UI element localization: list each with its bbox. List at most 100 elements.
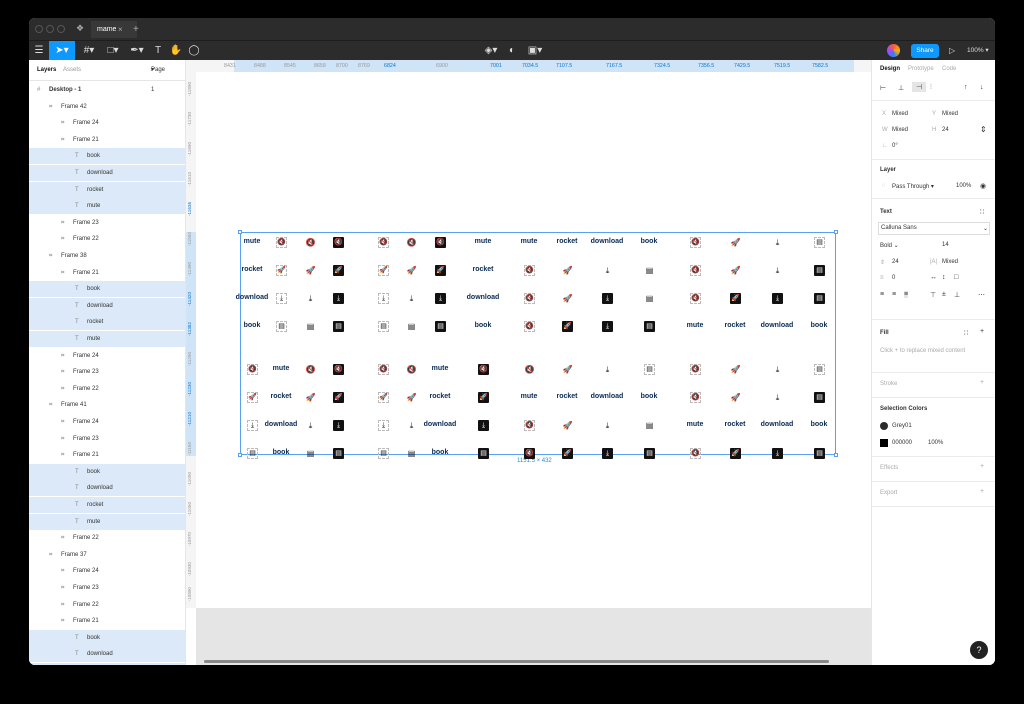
text-label-download[interactable]: download — [259, 421, 303, 428]
rocket-icon[interactable]: 🚀 — [730, 448, 741, 459]
download-icon[interactable]: ⤓ — [602, 293, 613, 304]
vertical-align-bottom-icon[interactable]: ⊥ — [954, 291, 960, 299]
mute-icon[interactable]: 🔇 — [524, 265, 535, 276]
add-stroke-icon[interactable]: + — [980, 379, 984, 386]
resize-handle[interactable] — [834, 453, 838, 457]
download-icon[interactable]: ⤓ — [378, 420, 389, 431]
add-effect-icon[interactable]: + — [980, 463, 984, 470]
arrow-down-icon[interactable]: ↓ — [980, 84, 984, 91]
book-icon[interactable]: ▤ — [378, 448, 389, 459]
mute-icon[interactable]: 🔇 — [690, 392, 701, 403]
download-icon[interactable]: ⤓ — [772, 237, 783, 248]
mute-icon[interactable]: 🔇 — [524, 321, 535, 332]
mask-icon[interactable]: ◐ — [505, 41, 519, 61]
resize-handle[interactable] — [238, 230, 242, 234]
download-icon[interactable]: ⤓ — [333, 293, 344, 304]
download-icon[interactable]: ⤓ — [772, 293, 783, 304]
download-icon[interactable]: ⤓ — [602, 364, 613, 375]
layer-row[interactable]: ⌗ Frame 22 — [29, 381, 185, 397]
font-family-select[interactable]: Calluna Sans ⌄ — [878, 222, 990, 235]
help-button[interactable]: ? — [970, 641, 988, 659]
mute-icon[interactable]: 🔇 — [690, 293, 701, 304]
text-label-download[interactable]: download — [755, 322, 799, 329]
text-label-rocket[interactable]: rocket — [418, 393, 462, 400]
components-icon[interactable]: ◈▾ — [481, 41, 501, 61]
tab-code[interactable]: Code — [942, 66, 956, 72]
text-align-right-icon[interactable]: ≡ — [904, 291, 909, 298]
tab-assets[interactable]: Assets — [63, 60, 81, 80]
horizontal-scrollbar[interactable] — [204, 660, 829, 663]
text-label-mute[interactable]: mute — [259, 365, 303, 372]
add-export-icon[interactable]: + — [980, 488, 984, 495]
layer-row[interactable]: ⌗ Frame 24 — [29, 348, 185, 364]
move-tool-icon[interactable]: ➤▾ — [49, 41, 75, 61]
mute-icon[interactable]: 🔇 — [524, 293, 535, 304]
download-icon[interactable]: ⤓ — [247, 420, 258, 431]
layer-row[interactable]: Tbook — [29, 281, 185, 298]
color-hex[interactable]: 000000 — [892, 440, 912, 446]
h-field[interactable]: 24 — [942, 127, 949, 133]
book-icon[interactable]: ▤ — [305, 448, 316, 459]
mute-icon[interactable]: 🔇 — [406, 237, 417, 248]
x-field[interactable]: Mixed — [892, 111, 908, 117]
tab-layers[interactable]: Layers — [37, 60, 56, 80]
fill-styles-icon[interactable]: ∷ — [964, 329, 968, 337]
align-center-h-icon[interactable]: ⊥ — [898, 84, 904, 92]
mute-icon[interactable]: 🔇 — [524, 420, 535, 431]
shape-tool-icon[interactable]: □▾ — [103, 41, 123, 61]
download-icon[interactable]: ⤓ — [435, 293, 446, 304]
rocket-icon[interactable]: 🚀 — [730, 265, 741, 276]
rocket-icon[interactable]: 🚀 — [333, 265, 344, 276]
font-size-field[interactable]: 14 — [942, 242, 949, 248]
rocket-icon[interactable]: 🚀 — [305, 392, 316, 403]
book-icon[interactable]: ▤ — [644, 420, 655, 431]
layer-row[interactable]: Tmute — [29, 513, 185, 530]
align-right-icon[interactable]: ⊣ — [912, 82, 927, 92]
main-menu-icon[interactable]: ☰ — [31, 41, 47, 61]
color-style-name[interactable]: Grey01 — [892, 423, 912, 429]
book-icon[interactable]: ▤ — [644, 293, 655, 304]
rocket-icon[interactable]: 🚀 — [305, 265, 316, 276]
book-icon[interactable]: ▤ — [644, 364, 655, 375]
text-label-book[interactable]: book — [259, 449, 303, 456]
pen-tool-icon[interactable]: ✒▾ — [127, 41, 147, 61]
mute-icon[interactable]: 🔇 — [333, 364, 344, 375]
rocket-icon[interactable]: 🚀 — [562, 448, 573, 459]
book-icon[interactable]: ▤ — [814, 364, 825, 375]
layer-row[interactable]: Tdownload — [29, 297, 185, 314]
font-weight-select[interactable]: Bold ⌄ — [880, 242, 899, 249]
layer-row[interactable]: ⌗ Frame 24 — [29, 115, 185, 131]
text-label-download[interactable]: download — [418, 421, 462, 428]
rocket-icon[interactable]: 🚀 — [562, 420, 573, 431]
download-icon[interactable]: ⤓ — [406, 420, 417, 431]
rocket-icon[interactable]: 🚀 — [562, 364, 573, 375]
add-fill-icon[interactable]: + — [980, 328, 984, 335]
text-label-download[interactable]: download — [755, 421, 799, 428]
layer-row[interactable]: Trocket — [29, 181, 185, 198]
text-label-rocket[interactable]: rocket — [545, 393, 589, 400]
text-align-left-icon[interactable]: ≡ — [880, 291, 884, 298]
text-label-rocket[interactable]: rocket — [713, 421, 757, 428]
book-icon[interactable]: ▤ — [305, 321, 316, 332]
close-window-button[interactable] — [35, 25, 43, 33]
download-icon[interactable]: ⤓ — [772, 364, 783, 375]
layer-row[interactable]: Tbook — [29, 463, 185, 480]
grey01-swatch[interactable] — [880, 422, 888, 430]
text-label-rocket[interactable]: rocket — [230, 266, 274, 273]
download-icon[interactable]: ⤓ — [602, 448, 613, 459]
mute-icon[interactable]: 🔇 — [406, 364, 417, 375]
rocket-icon[interactable]: 🚀 — [562, 265, 573, 276]
book-icon[interactable]: ▤ — [276, 321, 287, 332]
layer-row[interactable]: ⌗ Frame 21 — [29, 613, 185, 629]
text-label-mute[interactable]: mute — [461, 238, 505, 245]
layer-row[interactable]: Trocket — [29, 663, 185, 665]
book-icon[interactable]: ▤ — [814, 293, 825, 304]
text-label-download[interactable]: download — [585, 238, 629, 245]
layer-row[interactable]: ⌗ Frame 21 — [29, 132, 185, 148]
book-icon[interactable]: ▤ — [814, 448, 825, 459]
text-label-rocket[interactable]: rocket — [461, 266, 505, 273]
text-label-mute[interactable]: mute — [418, 365, 462, 372]
text-label-book[interactable]: book — [797, 322, 841, 329]
rocket-icon[interactable]: 🚀 — [378, 265, 389, 276]
layer-row[interactable]: ⌗ Frame 22 — [29, 231, 185, 247]
